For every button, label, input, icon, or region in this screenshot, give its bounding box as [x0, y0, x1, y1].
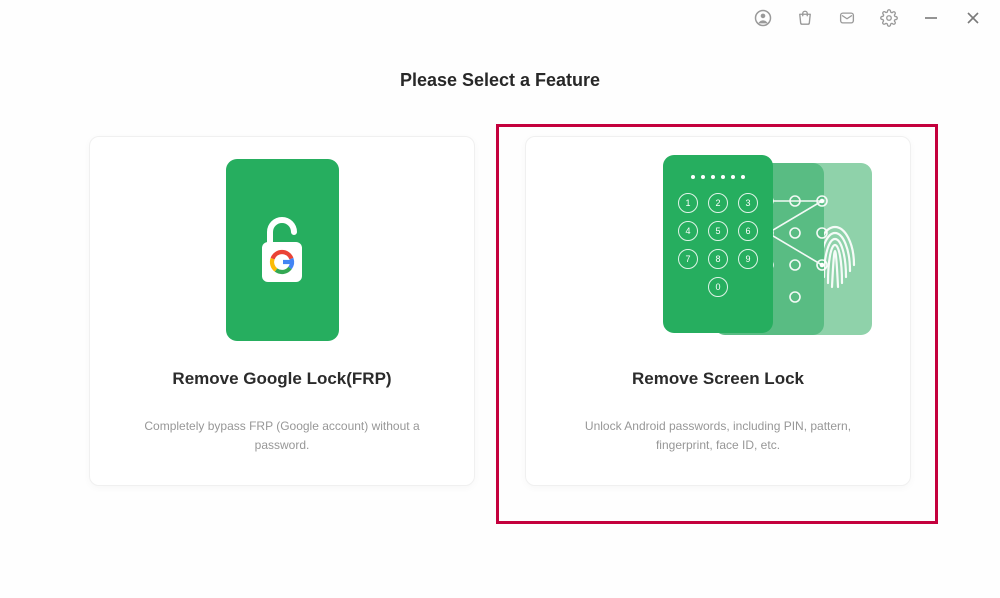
frp-illustration — [162, 155, 402, 345]
frp-card-desc: Completely bypass FRP (Google account) w… — [112, 417, 452, 454]
window-titlebar — [0, 0, 1000, 36]
unlock-google-icon — [250, 208, 314, 292]
phone-icon — [226, 159, 339, 341]
keypad-icon: 123 456 789 0 — [663, 193, 773, 297]
close-button[interactable] — [954, 4, 992, 32]
screen-lock-illustration: 123 456 789 0 — [598, 155, 838, 345]
pin-card-icon: 123 456 789 0 — [663, 155, 773, 333]
feature-card-screen-lock[interactable]: 123 456 789 0 Remove Screen Lock Unlock … — [525, 136, 911, 486]
page-title: Please Select a Feature — [0, 70, 1000, 91]
feature-card-frp[interactable]: Remove Google Lock(FRP) Completely bypas… — [89, 136, 475, 486]
screen-card-desc: Unlock Android passwords, including PIN,… — [548, 417, 888, 454]
account-icon[interactable] — [744, 4, 782, 32]
frp-card-title: Remove Google Lock(FRP) — [172, 369, 391, 389]
minimize-button[interactable] — [912, 4, 950, 32]
main-content: Please Select a Feature — [0, 36, 1000, 486]
settings-icon[interactable] — [870, 4, 908, 32]
feature-cards-row: Remove Google Lock(FRP) Completely bypas… — [0, 136, 1000, 486]
store-icon[interactable] — [786, 4, 824, 32]
screen-card-title: Remove Screen Lock — [632, 369, 804, 389]
mail-icon[interactable] — [828, 4, 866, 32]
